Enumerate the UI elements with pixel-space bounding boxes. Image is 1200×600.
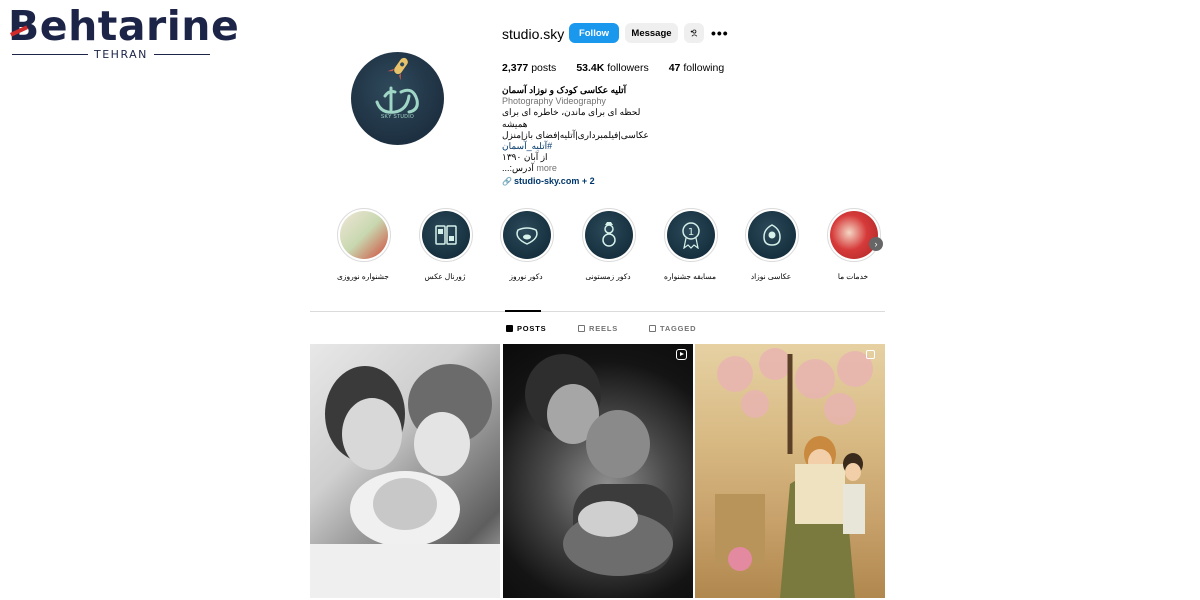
posts-stat[interactable]: 2,377 posts — [502, 62, 556, 74]
watermark-brand-rest: ehtarine — [39, 2, 240, 50]
profile-category: Photography Videography — [502, 96, 606, 107]
watermark-brand-initial: B — [8, 2, 40, 50]
tabs-divider — [310, 311, 885, 312]
highlight-ring: 1 — [664, 208, 718, 262]
highlight-label: دکور نوروز — [509, 272, 543, 281]
highlight-ring — [745, 208, 799, 262]
highlight-newborn-photo[interactable]: عکاسی نوزاد — [745, 208, 799, 281]
avatar-logo-icon — [375, 57, 419, 114]
message-button[interactable]: Message — [625, 23, 678, 43]
highlight-ring — [582, 208, 636, 262]
post-tile-3[interactable] — [695, 344, 885, 598]
post-3-photo — [715, 348, 873, 598]
carousel-icon — [866, 350, 875, 359]
add-user-icon — [690, 29, 698, 37]
bio-line-3: از آبان ۱۳۹۰ — [502, 152, 548, 163]
bio-line-2: عکاسی|فیلمبرداری|آتلیه|فضای باز|منزل — [502, 129, 649, 140]
highlight-label: مسابقه جشنواره — [663, 272, 717, 281]
reels-icon — [578, 325, 585, 332]
post-tile-1[interactable] — [310, 344, 500, 598]
bio-hashtag[interactable]: #آتلیه_آسمان — [502, 141, 662, 152]
services-icon — [830, 211, 878, 259]
baby-icon — [748, 211, 796, 259]
bio-line-1: لحظه ای برای ماندن، خاطره ای برای همیشه — [502, 107, 641, 129]
link-icon: 🔗 — [502, 176, 512, 186]
grid-icon — [506, 325, 513, 332]
highlight-label: خدمات ما — [837, 272, 869, 281]
tab-posts[interactable]: POSTS — [506, 324, 546, 333]
profile-stats: 2,377 posts 53.4K followers 47 following — [502, 62, 744, 74]
bio-line-4-row: آدرس:... more — [502, 163, 662, 174]
followers-stat[interactable]: 53.4K followers — [576, 62, 648, 74]
highlight-festival[interactable]: جشنواره نوروزی — [337, 208, 391, 281]
posts-stat-label: posts — [531, 62, 557, 74]
highlight-winter-decor[interactable]: دکور زمستونی — [582, 208, 636, 281]
medal-icon: 1 — [667, 211, 715, 259]
bio-more-link[interactable]: more — [536, 163, 557, 173]
svg-text:1: 1 — [688, 227, 694, 238]
highlight-journal[interactable]: ژورنال عکس — [419, 208, 473, 281]
post-2-photo — [525, 354, 673, 576]
profile-display-name: آتلیه عکاسی کودک و نوزاد آسمان — [502, 85, 627, 95]
profile-username: studio.sky — [502, 26, 565, 42]
highlight-nowruz-decor[interactable]: دکور نوروز — [500, 208, 554, 281]
highlight-ring — [827, 208, 881, 262]
more-options-icon[interactable]: ••• — [711, 25, 729, 41]
active-tab-indicator — [505, 310, 541, 312]
tab-reels[interactable]: REELS — [578, 324, 618, 333]
highlight-label: عکاسی نوزاد — [750, 272, 792, 281]
festival-icon — [340, 211, 388, 259]
posts-count: 2,377 — [502, 62, 529, 74]
watermark-logo: Behtarine TEHRAN — [8, 2, 239, 62]
followers-stat-label: followers — [607, 62, 649, 74]
journal-icon — [422, 211, 470, 259]
tagged-icon — [649, 325, 656, 332]
bio-line-4: آدرس:... — [502, 163, 534, 174]
highlight-label: جشنواره نوروزی — [337, 272, 389, 281]
following-count: 47 — [668, 62, 681, 74]
tab-tagged[interactable]: TAGGED — [649, 324, 696, 333]
post-1-photo — [310, 364, 500, 598]
post-tile-2[interactable] — [503, 344, 693, 598]
suggested-users-button[interactable] — [684, 23, 704, 43]
tab-reels-label: REELS — [589, 324, 619, 333]
following-stat-label: following — [683, 62, 725, 74]
highlight-label: دکور زمستونی — [585, 272, 631, 281]
following-stat[interactable]: 47 following — [669, 62, 724, 74]
snowman-icon — [585, 211, 633, 259]
bio-website-text: studio-sky.com + 2 — [513, 175, 595, 186]
tab-tagged-label: TAGGED — [660, 324, 697, 333]
highlight-label: ژورنال عکس — [424, 272, 466, 281]
watermark-brand: Behtarine — [8, 2, 239, 50]
highlight-ring — [500, 208, 554, 262]
reel-icon — [676, 349, 687, 360]
follow-button[interactable]: Follow — [569, 23, 619, 43]
highlight-festival-contest[interactable]: 1 مسابقه جشنواره — [664, 208, 718, 281]
bio-website-link[interactable]: 🔗 studio-sky.com + 2 — [502, 176, 662, 187]
goldfish-bowl-icon — [503, 211, 551, 259]
profile-avatar[interactable]: SKY STUDIO — [351, 52, 444, 145]
tab-posts-label: POSTS — [517, 324, 547, 333]
followers-count: 53.4K — [576, 62, 605, 74]
watermark-city: TEHRAN — [88, 48, 154, 61]
highlights-next-chevron-icon[interactable]: › — [869, 237, 883, 251]
highlight-ring — [337, 208, 391, 262]
profile-bio: آتلیه عکاسی کودک و نوزاد آسمان Photograp… — [502, 85, 662, 187]
highlight-ring — [419, 208, 473, 262]
avatar-caption: SKY STUDIO — [380, 114, 415, 120]
